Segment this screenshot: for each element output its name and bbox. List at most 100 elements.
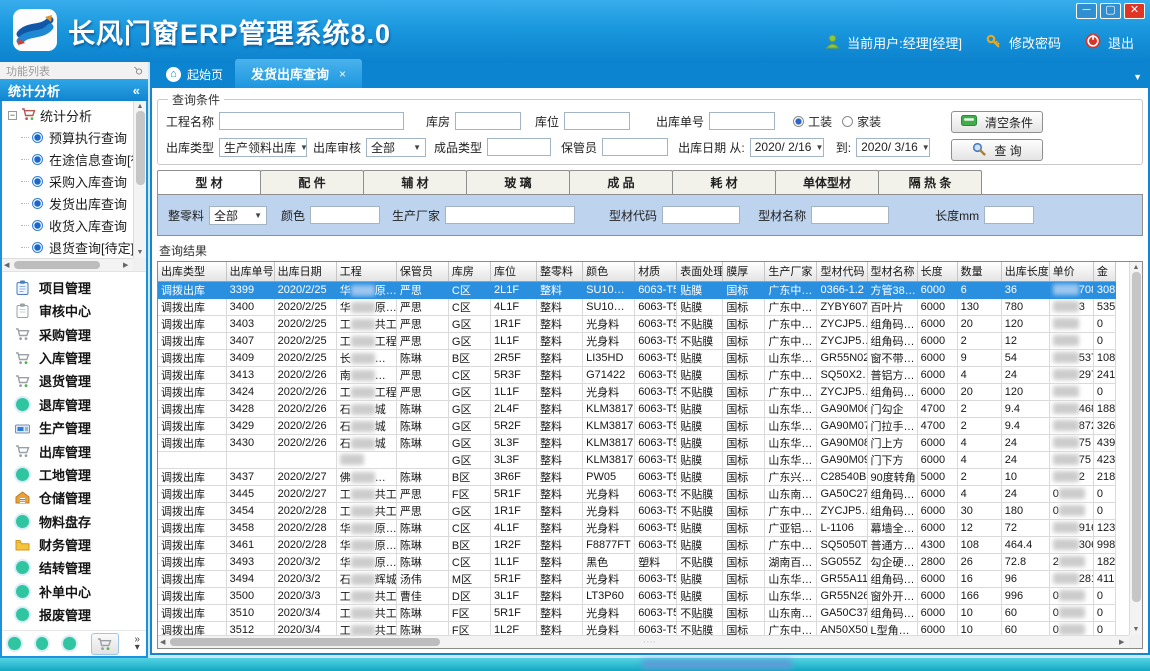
column-header[interactable]: 型材名称 (867, 262, 917, 281)
tree-item[interactable]: 预算执行查询 (8, 126, 130, 148)
material-tab-单体型材[interactable]: 单体型材 (775, 170, 879, 194)
sidebar-item-生产管理[interactable]: 生产管理 (14, 418, 144, 438)
factory-input[interactable] (445, 206, 575, 224)
maximize-button[interactable]: ▢ (1100, 3, 1121, 19)
tab-shipping-outbound-query[interactable]: 发货出库查询 × (235, 59, 362, 88)
table-row[interactable]: 调拨出库34242020/2/26工工程严思G区1L1F整料光身料6063-T5… (158, 383, 1116, 400)
table-row[interactable]: 调拨出库34542020/2/28工共工程严思G区1R1F整料光身料6063-T… (158, 502, 1116, 519)
keeper-input[interactable] (602, 138, 668, 156)
group-button-icon[interactable] (8, 637, 21, 650)
change-password-link[interactable]: 修改密码 (1009, 33, 1061, 52)
sidebar-item-退库管理[interactable]: 退库管理 (14, 394, 144, 414)
sidebar-item-补单中心[interactable]: 补单中心 (14, 581, 144, 601)
tree-horizontal-scrollbar[interactable]: ◀ ▶ (2, 258, 133, 271)
table-row[interactable]: 调拨出库34002020/2/25华原…严思C区4L1F整料SU10…6063-… (158, 298, 1116, 315)
table-row[interactable]: 调拨出库33992020/2/25华原…严思C区2L1F整料SU10…6063-… (158, 281, 1116, 298)
sidebar-section-header[interactable]: 统计分析 « (0, 79, 148, 101)
column-header[interactable]: 长度 (917, 262, 957, 281)
warehouse-input[interactable] (455, 112, 521, 130)
tabstrip-chevron-icon[interactable]: ▼ (1133, 72, 1142, 82)
profile-name-input[interactable] (811, 206, 889, 224)
minimize-button[interactable]: ─ (1076, 3, 1097, 19)
table-row[interactable]: 调拨出库34072020/2/25工工程严思G区1L1F整料光身料6063-T5… (158, 332, 1116, 349)
scroll-right-icon[interactable]: ▶ (1119, 638, 1127, 646)
material-tab-成品[interactable]: 成 品 (569, 170, 673, 194)
column-header[interactable]: 颜色 (583, 262, 635, 281)
whole-piece-select[interactable]: 全部▼ (209, 206, 267, 225)
table-row[interactable]: G区3L3F整料KLM38176063-T5贴膜国标山东华…GA90M09.门下… (158, 451, 1116, 468)
table-row[interactable]: 调拨出库34932020/3/2华原…陈琳C区1L1F整料黑色塑料不贴膜国标湖南… (158, 553, 1116, 570)
sidebar-item-审核中心[interactable]: 审核中心 (14, 301, 144, 321)
tree-vertical-scrollbar[interactable]: ▲ ▼ (133, 101, 146, 258)
scroll-up-icon[interactable]: ▲ (1133, 263, 1140, 272)
cart-toolbar-button[interactable] (91, 633, 120, 655)
column-header[interactable]: 整零料 (537, 262, 583, 281)
out-type-select[interactable]: 生产领料出库▼ (219, 138, 307, 157)
scroll-left-icon[interactable]: ◀ (160, 638, 168, 646)
table-row[interactable]: 调拨出库34132020/2/26南…严思C区5R3F整料G714226063-… (158, 366, 1116, 383)
column-header[interactable]: 单价 (1049, 262, 1093, 281)
column-header[interactable]: 出库日期 (274, 262, 336, 281)
column-header[interactable]: 库位 (490, 262, 536, 281)
logout-link[interactable]: 退出 (1108, 33, 1134, 52)
material-tab-型材[interactable]: 型 材 (157, 170, 261, 194)
sidebar-item-采购管理[interactable]: 采购管理 (14, 324, 144, 344)
audit-select[interactable]: 全部▼ (366, 138, 426, 157)
product-type-input[interactable] (487, 138, 551, 156)
order-no-input[interactable] (709, 112, 775, 130)
table-row[interactable]: 调拨出库34292020/2/26石城陈琳G区5R2F整料KLM38176063… (158, 417, 1116, 434)
overflow-chevron-icon[interactable]: »▾ (134, 636, 140, 652)
column-header[interactable]: 库房 (448, 262, 490, 281)
sidebar-item-仓储管理[interactable]: 仓储管理 (14, 488, 144, 508)
material-tab-辅材[interactable]: 辅 材 (363, 170, 467, 194)
table-row[interactable]: 调拨出库34372020/2/27佛…陈琳B区3R6F整料PW056063-T5… (158, 468, 1116, 485)
tree-item[interactable]: 在途信息查询[待 (8, 148, 130, 170)
scroll-right-icon[interactable]: ▶ (123, 261, 131, 269)
table-row[interactable]: 调拨出库34582020/2/28华原…陈琳C区4L1F整料光身料6063-T5… (158, 519, 1116, 536)
column-header[interactable]: 出库单号 (226, 262, 274, 281)
tree-item[interactable]: 退货查询[待定] (8, 236, 130, 258)
location-input[interactable] (564, 112, 630, 130)
material-tab-玻璃[interactable]: 玻 璃 (466, 170, 570, 194)
date-from-picker[interactable]: 2020/ 2/16▼ (750, 138, 824, 157)
tree-item[interactable]: 采购入库查询 (8, 170, 130, 192)
sidebar-item-财务管理[interactable]: 财务管理 (14, 535, 144, 555)
profile-code-input[interactable] (662, 206, 740, 224)
table-row[interactable]: 调拨出库34612020/2/28华原…陈琳B区1R2F整料F8877FT606… (158, 536, 1116, 553)
column-header[interactable]: 出库类型 (158, 262, 226, 281)
radio-gongzhuang[interactable]: 工装 (793, 113, 832, 130)
group-button-icon[interactable] (36, 637, 49, 650)
tree-item[interactable]: 收货入库查询 (8, 214, 130, 236)
material-tab-配件[interactable]: 配 件 (260, 170, 364, 194)
tab-home[interactable]: ⌂ 起始页 (154, 62, 235, 88)
column-header[interactable]: 材质 (635, 262, 677, 281)
tree-expander-icon[interactable]: − (8, 111, 17, 120)
scroll-down-icon[interactable]: ▼ (1133, 625, 1140, 634)
sidebar-item-物料盘存[interactable]: 物料盘存 (14, 511, 144, 531)
sidebar-item-入库管理[interactable]: 入库管理 (14, 348, 144, 368)
scroll-left-icon[interactable]: ◀ (4, 261, 12, 269)
scroll-up-icon[interactable]: ▲ (137, 102, 144, 111)
table-row[interactable]: 调拨出库35002020/3/3工共工程曹佳D区3L1F整料LT3P606063… (158, 587, 1116, 604)
table-row[interactable]: 调拨出库34942020/3/2石辉城汤伟M区5R1F整料光身料6063-T5贴… (158, 570, 1116, 587)
grid-horizontal-scrollbar[interactable]: ◀ ∙∙∙∙ ▶ (158, 635, 1129, 648)
column-header[interactable]: 膜厚 (723, 262, 765, 281)
date-to-picker[interactable]: 2020/ 3/16▼ (856, 138, 930, 157)
column-header[interactable]: 出库长度 (1001, 262, 1049, 281)
close-button[interactable]: ✕ (1124, 3, 1145, 19)
tab-close-icon[interactable]: × (339, 67, 346, 81)
sidebar-item-结转管理[interactable]: 结转管理 (14, 558, 144, 578)
column-header[interactable]: 工程 (336, 262, 396, 281)
clear-conditions-button[interactable]: 清空条件 (951, 111, 1043, 133)
sidebar-item-退货管理[interactable]: 退货管理 (14, 371, 144, 391)
table-row[interactable]: 调拨出库34452020/2/27工共工程严思F区5R1F整料光身料6063-T… (158, 485, 1116, 502)
pin-icon[interactable]: ⚲ (131, 63, 146, 78)
project-name-input[interactable] (219, 112, 404, 130)
sidebar-item-工地管理[interactable]: 工地管理 (14, 464, 144, 484)
column-header[interactable]: 保管员 (396, 262, 448, 281)
column-header[interactable]: 数量 (957, 262, 1001, 281)
table-row[interactable]: 调拨出库35102020/3/4工共工程陈琳F区5R1F整料光身料6063-T5… (158, 604, 1116, 621)
column-header[interactable]: 生产厂家 (765, 262, 817, 281)
table-row[interactable]: 调拨出库34282020/2/26石城陈琳G区2L4F整料KLM38176063… (158, 400, 1116, 417)
sidebar-item-项目管理[interactable]: 项目管理 (14, 277, 144, 297)
